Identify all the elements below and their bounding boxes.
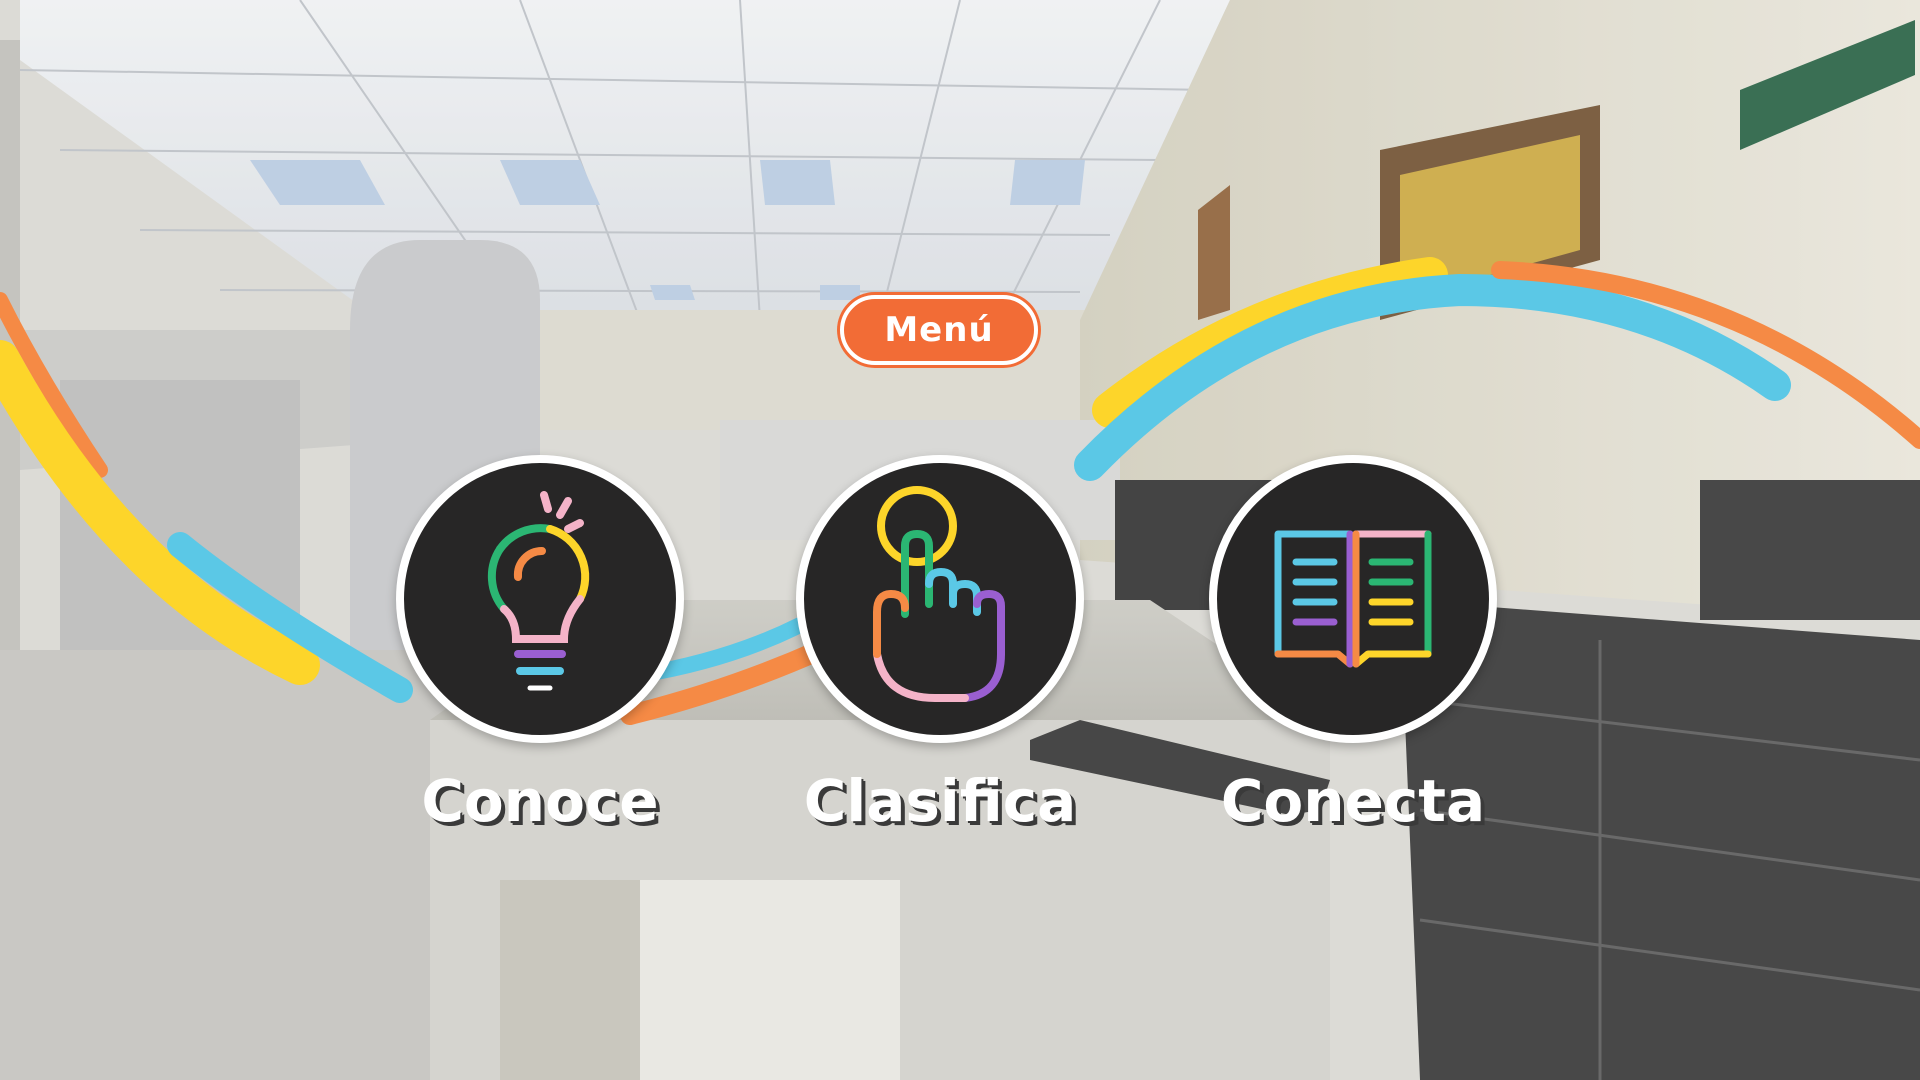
lightbulb-icon bbox=[487, 491, 590, 691]
menu-button[interactable]: Menú bbox=[840, 295, 1038, 365]
open-book-icon bbox=[1274, 530, 1432, 668]
clasifica-label: Clasifica bbox=[803, 767, 1077, 835]
yellow-arc-left bbox=[0, 340, 320, 685]
tap-hand-icon bbox=[873, 486, 1005, 702]
blue-arc-right bbox=[1074, 273, 1791, 481]
conecta-option[interactable]: Conecta bbox=[1203, 455, 1503, 835]
clasifica-option[interactable]: Clasifica bbox=[790, 455, 1090, 835]
conecta-label: Conecta bbox=[1220, 767, 1486, 835]
conoce-option[interactable]: Conoce bbox=[390, 455, 690, 835]
conecta-disc[interactable] bbox=[1209, 455, 1497, 743]
main-menu-screen: Menú Conoce Clasifica Conecta bbox=[0, 0, 1920, 1080]
conoce-disc[interactable] bbox=[396, 455, 684, 743]
conoce-label: Conoce bbox=[421, 767, 659, 835]
clasifica-disc[interactable] bbox=[796, 455, 1084, 743]
